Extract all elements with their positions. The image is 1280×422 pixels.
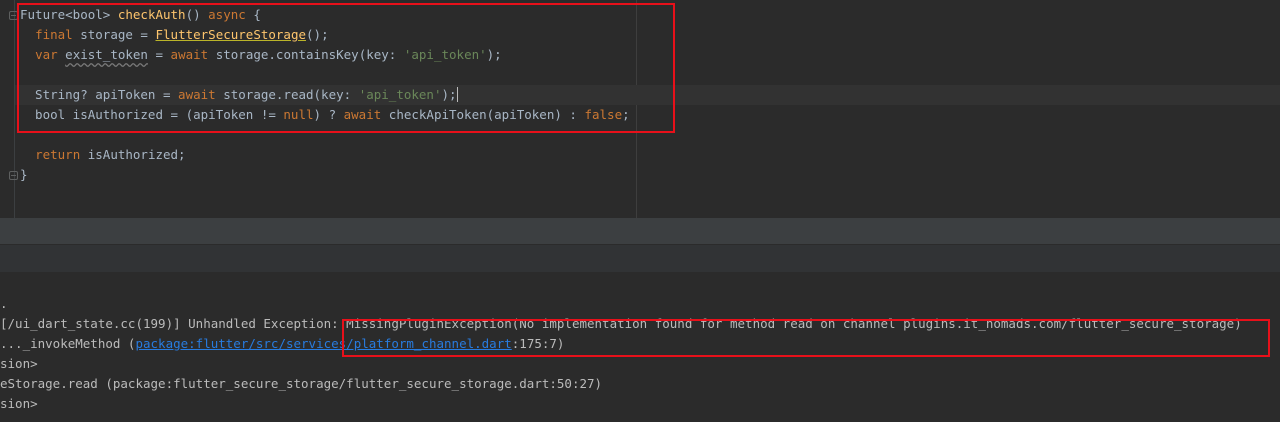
code-line: }: [20, 165, 28, 185]
console-toolbar: [0, 244, 1280, 273]
console-token: sion>: [0, 396, 38, 411]
exception-highlight-box: [342, 319, 1270, 357]
code-token: }: [20, 167, 28, 182]
console-token: sion>: [0, 356, 38, 371]
gutter-divider: [14, 0, 15, 218]
fold-close-icon[interactable]: [9, 171, 18, 180]
console-line: sion>: [0, 354, 38, 374]
code-highlight-box: [17, 3, 675, 133]
code-editor[interactable]: Future<bool> checkAuth() async { final s…: [0, 0, 1280, 218]
console-line: .: [0, 294, 8, 314]
console-token: eStorage.read (package:flutter_secure_st…: [0, 376, 603, 391]
console-token: .: [0, 296, 8, 311]
console-line: sion>: [0, 394, 38, 414]
console-token: ..._invokeMethod (: [0, 336, 136, 351]
console-line: eStorage.read (package:flutter_secure_st…: [0, 374, 602, 394]
code-line: return isAuthorized;: [20, 145, 186, 165]
code-token: return: [35, 147, 81, 162]
panel-splitter[interactable]: [0, 218, 1280, 244]
code-token: isAuthorized;: [80, 147, 186, 162]
